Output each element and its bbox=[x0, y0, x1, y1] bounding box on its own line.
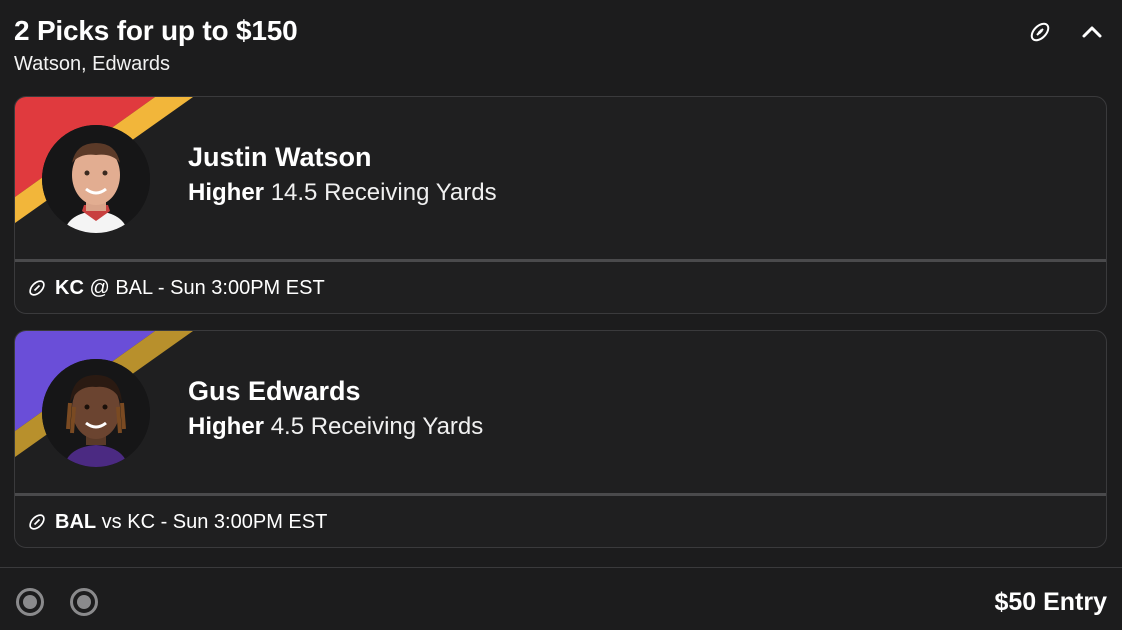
player-name: Justin Watson bbox=[188, 142, 372, 172]
team-abbr: KC bbox=[55, 277, 84, 299]
page-indicators bbox=[16, 588, 98, 616]
pick-line: Higher 4.5 Receiving Yards bbox=[188, 412, 483, 442]
chevron-up-icon[interactable] bbox=[1076, 16, 1108, 48]
pick-stat: 14.5 Receiving Yards bbox=[270, 179, 497, 206]
player-avatar bbox=[42, 125, 150, 233]
indicator-dot[interactable] bbox=[16, 588, 44, 616]
picks-subtitle: Watson, Edwards bbox=[14, 53, 170, 75]
pick-direction: Higher bbox=[188, 413, 265, 440]
matchup-text: vs KC - Sun 3:00PM EST bbox=[101, 511, 328, 533]
page-title: 2 Picks for up to $150 bbox=[14, 15, 298, 46]
card-divider bbox=[15, 493, 1106, 496]
pick-stat: 4.5 Receiving Yards bbox=[270, 413, 484, 440]
pick-card[interactable]: Gus Edwards Higher 4.5 Receiving Yards B… bbox=[14, 330, 1107, 548]
footer-divider bbox=[0, 567, 1122, 568]
football-icon bbox=[29, 280, 45, 296]
football-icon[interactable] bbox=[1024, 16, 1056, 48]
pick-line: Higher 14.5 Receiving Yards bbox=[188, 178, 497, 208]
team-abbr: BAL bbox=[55, 511, 97, 533]
header-actions bbox=[1024, 16, 1108, 48]
pick-card[interactable]: Justin Watson Higher 14.5 Receiving Yard… bbox=[14, 96, 1107, 314]
game-info: BAL vs KC - Sun 3:00PM EST bbox=[27, 509, 327, 535]
card-divider bbox=[15, 259, 1106, 262]
matchup-text: @ BAL - Sun 3:00PM EST bbox=[89, 277, 325, 299]
football-icon bbox=[29, 514, 45, 530]
indicator-dot[interactable] bbox=[70, 588, 98, 616]
player-name: Gus Edwards bbox=[188, 376, 361, 406]
entry-amount: $50 Entry bbox=[994, 588, 1107, 616]
pick-direction: Higher bbox=[188, 179, 265, 206]
entry-header: 2 Picks for up to $150 Watson, Edwards bbox=[14, 14, 1108, 84]
game-info: KC @ BAL - Sun 3:00PM EST bbox=[27, 275, 325, 301]
player-avatar bbox=[42, 359, 150, 467]
